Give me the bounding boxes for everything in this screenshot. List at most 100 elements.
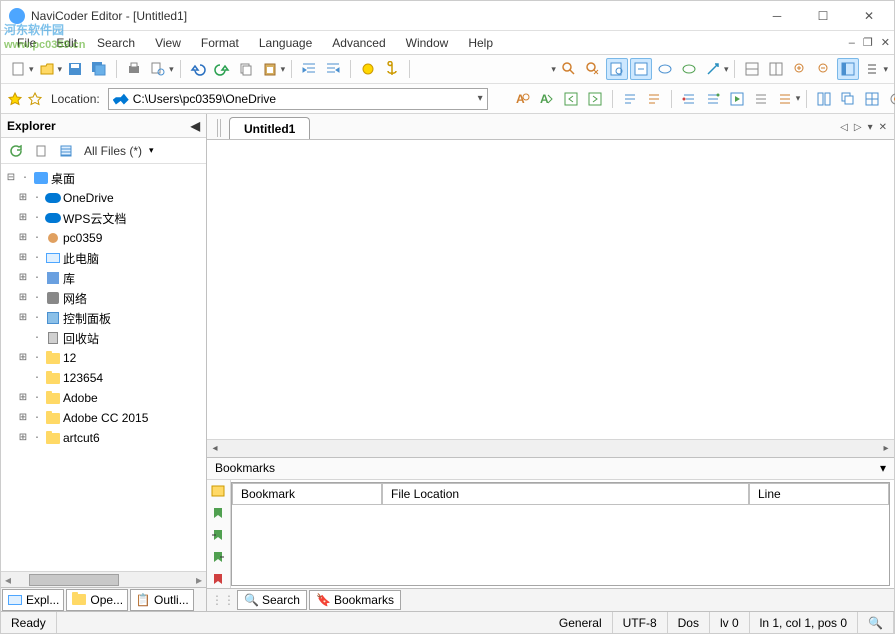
bookmarks-collapse-button[interactable]: ▾ [880, 461, 886, 475]
goto-button[interactable] [654, 58, 676, 80]
status-encoding[interactable]: UTF-8 [613, 612, 668, 633]
find-selection-button[interactable]: A [512, 88, 534, 110]
replace-button[interactable] [630, 58, 652, 80]
file-tree[interactable]: ⊟· 桌面 ⊞·OneDrive⊞·WPS云文档⊞·pc0359⊞·此电脑⊞·库… [1, 164, 206, 571]
status-search-icon[interactable]: 🔍 [858, 612, 894, 633]
print-preview-button[interactable] [147, 58, 169, 80]
menu-format[interactable]: Format [191, 33, 249, 53]
menu-file[interactable]: File [7, 33, 46, 53]
save-all-button[interactable] [88, 58, 110, 80]
nav-forward-button[interactable] [584, 88, 606, 110]
tree-item[interactable]: ·123654 [3, 368, 204, 388]
tab-outline[interactable]: 📋Outli... [130, 589, 194, 611]
tree-item[interactable]: ⊞·此电脑 [3, 248, 204, 268]
tab-explorer[interactable]: Expl... [2, 589, 64, 611]
macro-button[interactable] [774, 88, 796, 110]
tab-prev-button[interactable]: ◁ [837, 122, 851, 133]
bm-add-button[interactable] [210, 506, 228, 522]
location-combo[interactable]: ▾ [108, 88, 488, 110]
mark-dropdown-icon[interactable]: ▾ [724, 64, 729, 75]
minimize-button[interactable]: ─ [754, 2, 800, 30]
mark-button[interactable] [702, 58, 724, 80]
status-general[interactable]: General [549, 612, 613, 633]
outdent-button[interactable] [322, 58, 344, 80]
favorite-button[interactable] [7, 88, 23, 110]
open-file-button[interactable] [36, 58, 58, 80]
tree-item[interactable]: ⊞·网络 [3, 288, 204, 308]
tools-button[interactable] [750, 88, 772, 110]
tree-item[interactable]: ⊞·控制面板 [3, 308, 204, 328]
tab-close-button[interactable]: ✕ [876, 122, 890, 133]
filter-label[interactable]: All Files (*) [84, 144, 142, 158]
close-button[interactable]: ✕ [846, 2, 892, 30]
bookmark-button[interactable] [357, 58, 379, 80]
tab-open[interactable]: Ope... [66, 589, 128, 611]
favorite-add-button[interactable] [27, 88, 43, 110]
find-in-files-button[interactable] [606, 58, 628, 80]
redo-button[interactable] [211, 58, 233, 80]
indent-button[interactable] [298, 58, 320, 80]
maximize-button[interactable]: ☐ [800, 2, 846, 30]
zoom-in-button[interactable] [789, 58, 811, 80]
mdi-minimize-button[interactable]: – [845, 37, 859, 49]
replace-selection-button[interactable]: A [536, 88, 558, 110]
tree-item[interactable]: ⊞·OneDrive [3, 188, 204, 208]
save-button[interactable] [64, 58, 86, 80]
tab-search[interactable]: 🔍Search [237, 590, 307, 610]
tree-item[interactable]: ⊞·库 [3, 268, 204, 288]
window-cascade-button[interactable] [837, 88, 859, 110]
menu-language[interactable]: Language [249, 33, 322, 53]
find-button[interactable] [558, 58, 580, 80]
new-dropdown-icon[interactable]: ▾ [29, 64, 34, 75]
menu-window[interactable]: Window [396, 33, 459, 53]
scheme-dropdown[interactable]: ▾ [551, 64, 556, 75]
zoom-out-button[interactable] [813, 58, 835, 80]
file-tab[interactable]: Untitled1 [229, 117, 310, 139]
tree-item[interactable]: ⊞·Adobe CC 2015 [3, 408, 204, 428]
filter-dropdown-icon[interactable]: ▾ [149, 145, 154, 156]
explorer-scrollbar[interactable]: ◂ ▸ [1, 571, 206, 587]
col-bookmark[interactable]: Bookmark [232, 483, 382, 505]
col-line[interactable]: Line [749, 483, 889, 505]
bottom-tabs-grip[interactable]: ⋮⋮ [211, 593, 235, 607]
open-dropdown-icon[interactable]: ▾ [58, 64, 63, 75]
explorer-collapse-button[interactable]: ◀ [191, 119, 200, 133]
menu-advanced[interactable]: Advanced [322, 33, 395, 53]
tab-next-button[interactable]: ▷ [851, 122, 865, 133]
text-editor[interactable] [207, 140, 894, 439]
find-next-button[interactable] [582, 58, 604, 80]
tabstrip-grip[interactable] [217, 119, 223, 137]
comment-button[interactable] [619, 88, 641, 110]
tree-item[interactable]: ⊞·pc0359 [3, 228, 204, 248]
macro-dropdown-icon[interactable]: ▾ [796, 93, 801, 104]
tree-item[interactable]: ⊞·artcut6 [3, 428, 204, 448]
menu-search[interactable]: Search [87, 33, 145, 53]
editor-h-scrollbar[interactable]: ◂▸ [207, 439, 894, 457]
refresh-button[interactable] [5, 140, 27, 162]
mdi-restore-button[interactable]: ❐ [859, 36, 877, 49]
tree-item[interactable]: ⊞·Adobe [3, 388, 204, 408]
anchor-button[interactable] [381, 58, 403, 80]
sort-button[interactable] [702, 88, 724, 110]
bm-clear-button[interactable] [210, 572, 228, 588]
print-button[interactable] [123, 58, 145, 80]
menu-edit[interactable]: Edit [46, 33, 87, 53]
split-h-button[interactable] [741, 58, 763, 80]
col-file-location[interactable]: File Location [382, 483, 749, 505]
tab-menu-button[interactable]: ▾ [865, 122, 876, 133]
split-v-button[interactable] [765, 58, 787, 80]
bookmarks-table[interactable]: Bookmark File Location Line [231, 482, 890, 586]
paste-button[interactable] [259, 58, 281, 80]
tree-item[interactable]: ⊞·12 [3, 348, 204, 368]
menu-view[interactable]: View [145, 33, 191, 53]
window-grid-button[interactable] [861, 88, 883, 110]
menu-help[interactable]: Help [458, 33, 503, 53]
toggle-list-button[interactable] [861, 58, 883, 80]
toggle-panel-button[interactable] [837, 58, 859, 80]
highlight-button[interactable] [678, 58, 700, 80]
undo-button[interactable] [187, 58, 209, 80]
print-dropdown-icon[interactable]: ▾ [169, 64, 174, 75]
bm-toggle-button[interactable] [210, 484, 228, 500]
tab-bookmarks[interactable]: 🔖Bookmarks [309, 590, 401, 610]
copy-button[interactable] [235, 58, 257, 80]
